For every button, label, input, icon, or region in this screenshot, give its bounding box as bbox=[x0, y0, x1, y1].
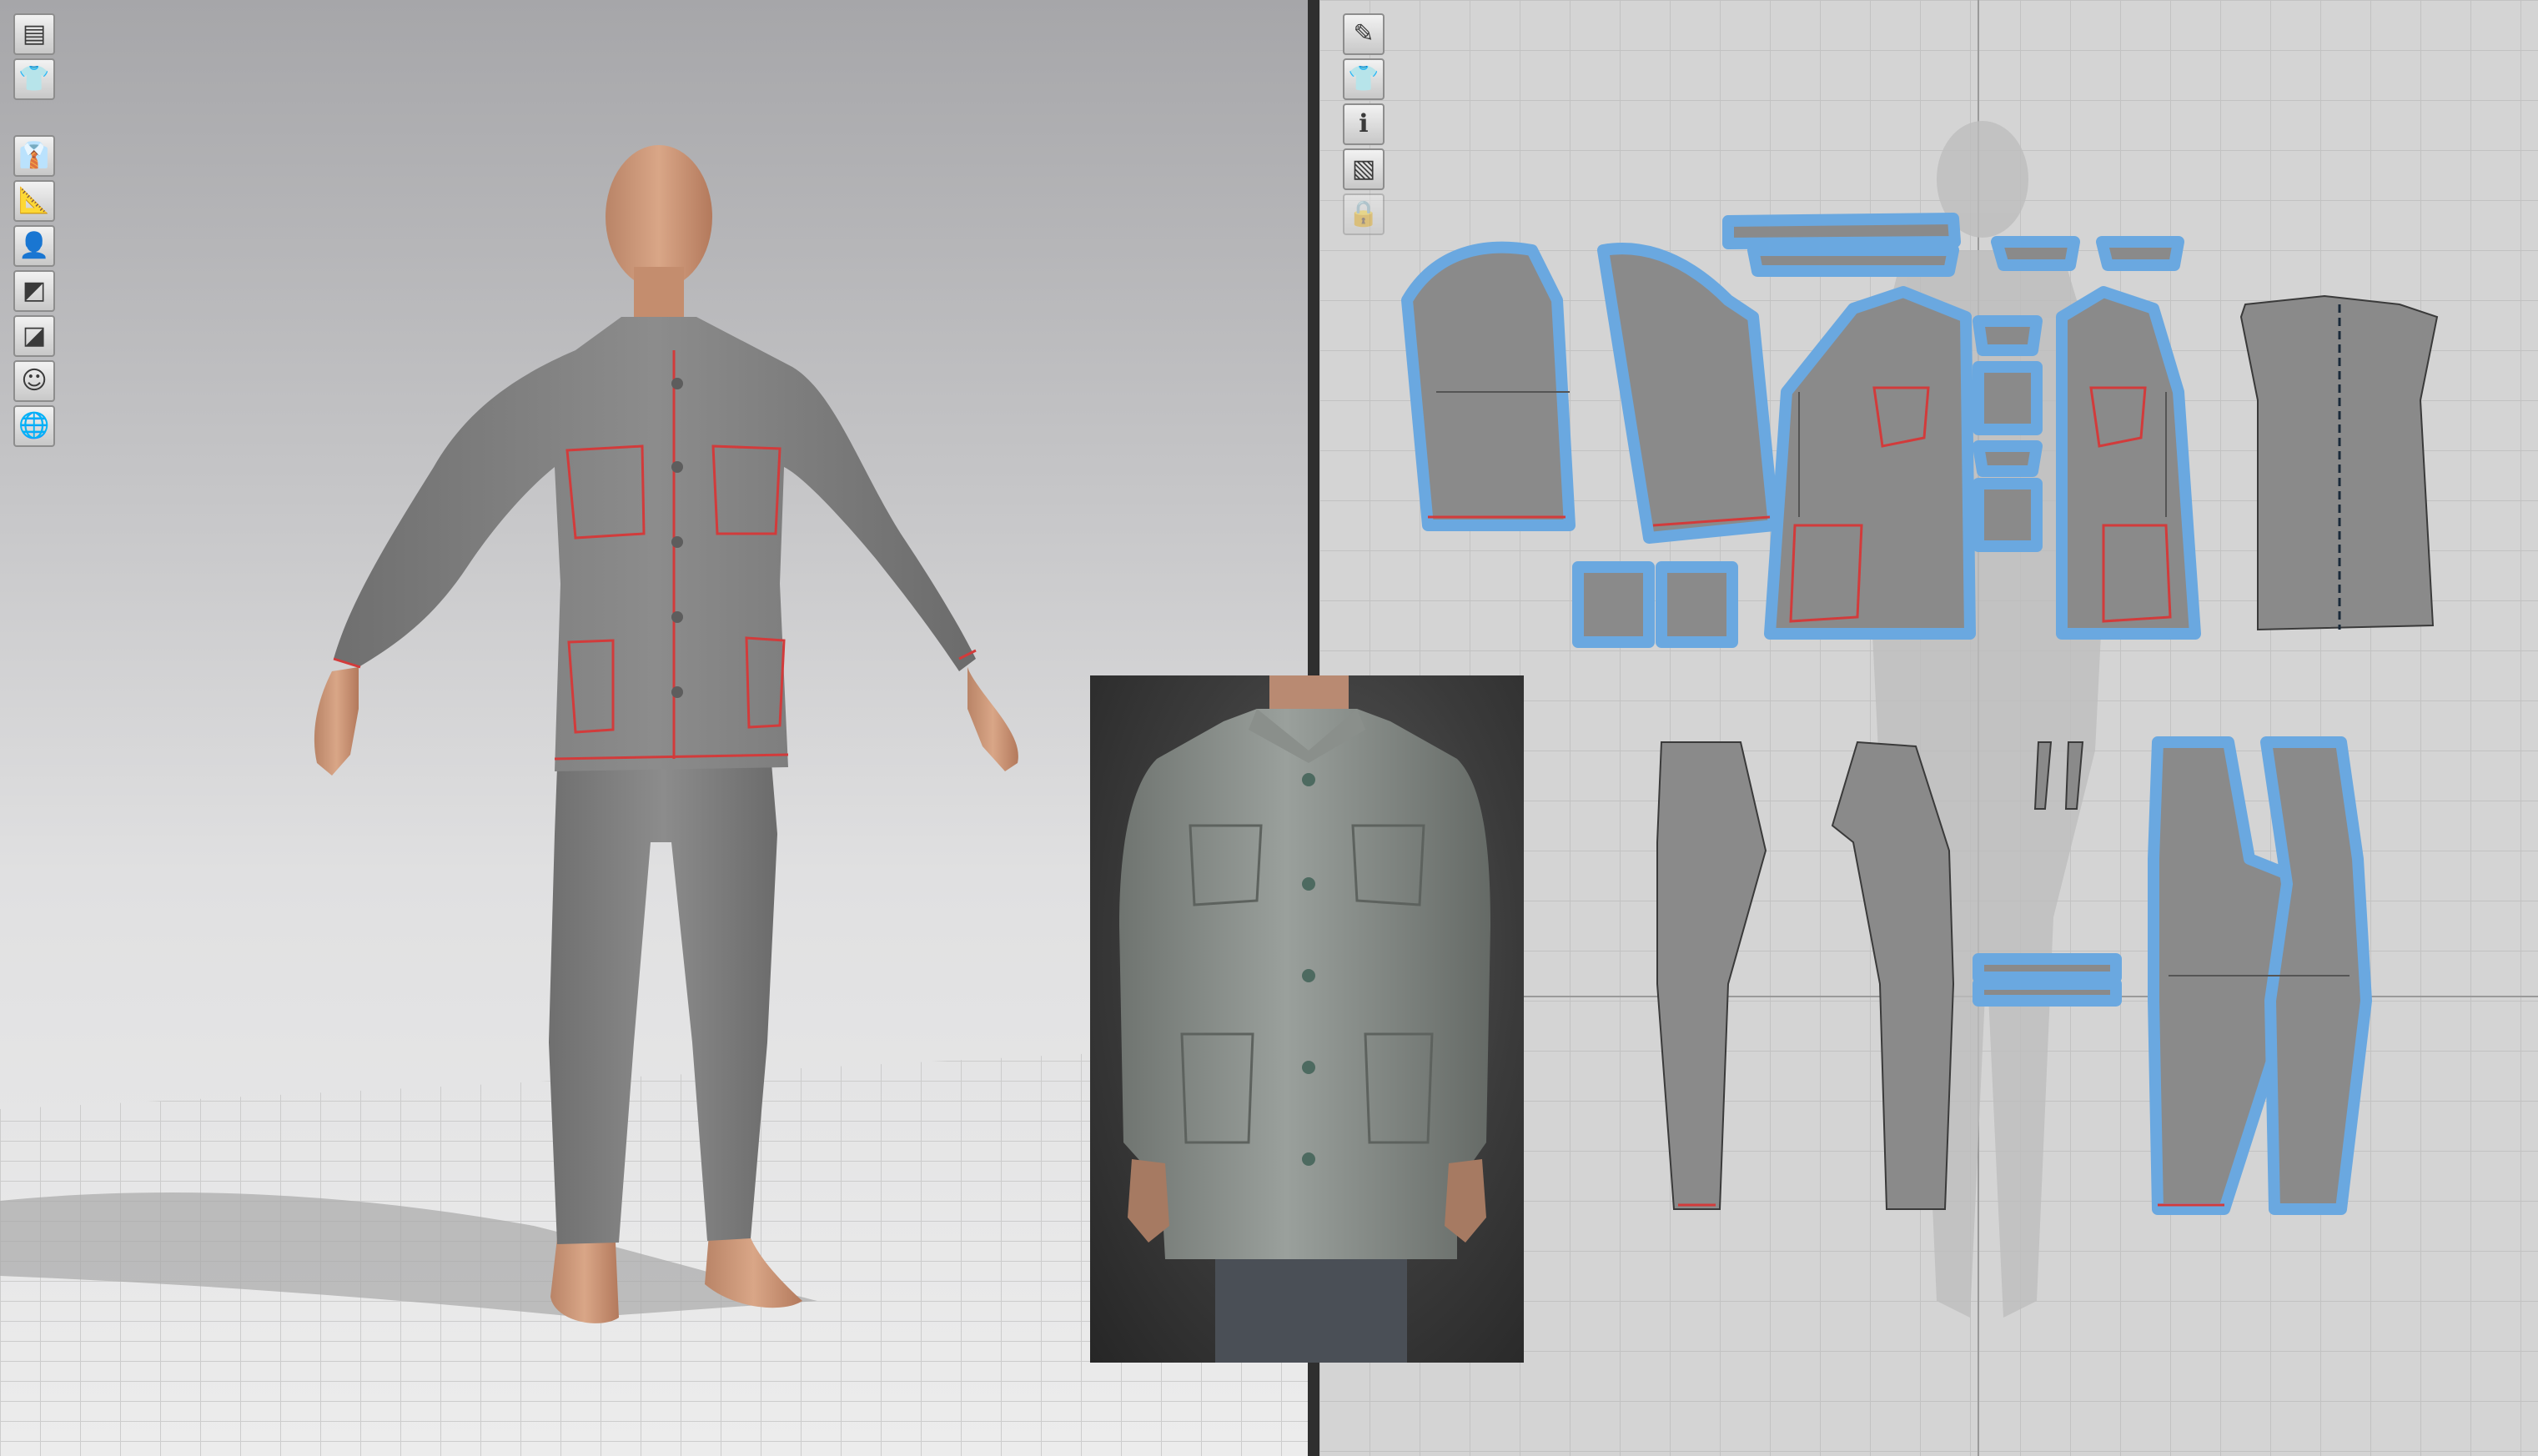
pattern-flap-1 bbox=[1991, 236, 2080, 271]
pattern-sleeve-left bbox=[1401, 241, 1576, 531]
edit-pattern-icon[interactable]: ✎ bbox=[1343, 13, 1385, 55]
show-avatar-icon[interactable]: 👤 bbox=[13, 225, 55, 267]
texture-view-icon[interactable]: ▧ bbox=[1343, 148, 1385, 190]
avatar-left-foot bbox=[550, 1238, 619, 1323]
pattern-waistband-1 bbox=[1973, 953, 2122, 983]
reference-photo bbox=[1090, 675, 1524, 1363]
avatar-skin-icon[interactable]: ☺ bbox=[13, 360, 55, 402]
reference-photo-image bbox=[1119, 675, 1490, 1363]
pattern-pocket-square-2 bbox=[1656, 561, 1738, 648]
fabric-render-icon[interactable]: ◩ bbox=[13, 270, 55, 312]
garment-jacket bbox=[334, 317, 976, 771]
pattern-info-icon[interactable]: ℹ bbox=[1343, 103, 1385, 145]
pattern-pocket-center-1 bbox=[1973, 315, 2043, 356]
pattern-pocket-center-2 bbox=[1973, 361, 2043, 435]
garment-texture-icon[interactable]: 👔 bbox=[13, 135, 55, 177]
environment-globe-icon[interactable]: 🌐 bbox=[13, 405, 55, 447]
pattern-flap-2 bbox=[2096, 236, 2184, 271]
pattern-pocket-center-4 bbox=[1973, 478, 2043, 552]
show-avatar-measure-icon[interactable]: 📐 bbox=[13, 180, 55, 222]
pattern-waistband-2 bbox=[1973, 978, 2122, 1007]
pattern-collar-top bbox=[1722, 213, 1961, 249]
lock-garment-icon[interactable]: 🔒 bbox=[1343, 193, 1385, 235]
avatar-left-hand bbox=[314, 667, 359, 776]
show-3d-garment-icon[interactable]: 👕 bbox=[1343, 58, 1385, 100]
shaded-view-icon[interactable]: ◪ bbox=[13, 315, 55, 357]
pattern-collar-band bbox=[1747, 244, 1959, 277]
2d-toolbar: ✎ 👕 ℹ ▧ 🔒 bbox=[1343, 13, 1385, 235]
pattern-pocket-square-1 bbox=[1572, 561, 1655, 648]
3d-toolbar: ▤ 👕 👔 📐 👤 ◩ ◪ ☺ 🌐 bbox=[13, 13, 55, 447]
view-mode-icon[interactable]: ▤ bbox=[13, 13, 55, 55]
pattern-pocket-center-3 bbox=[1973, 440, 2043, 477]
show-garment-icon[interactable]: 👕 bbox=[13, 58, 55, 100]
avatar-right-hand bbox=[967, 667, 1018, 771]
